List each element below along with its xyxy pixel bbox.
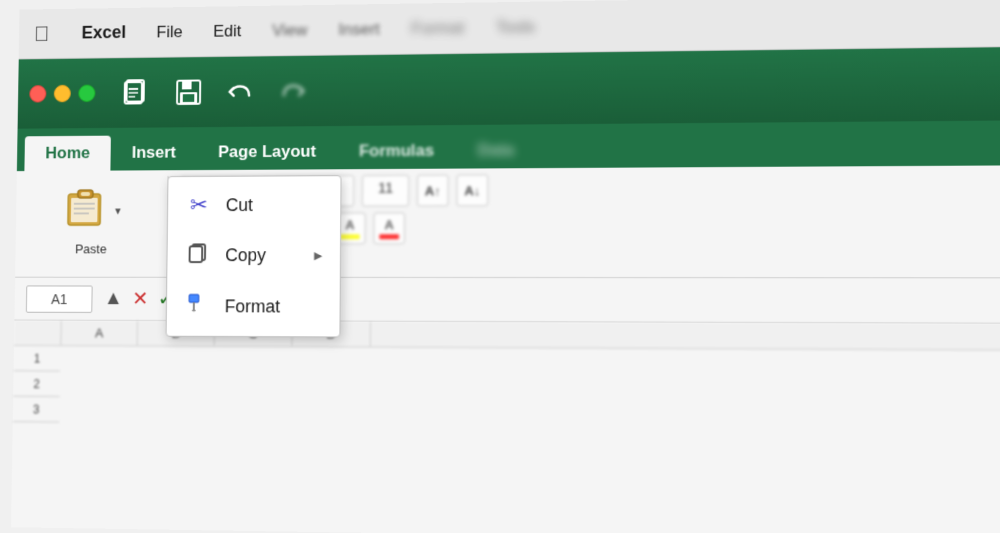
menu-view[interactable]: View [266, 16, 313, 44]
copy-label: Copy [225, 245, 266, 266]
font-size-input[interactable]: 11 [362, 175, 409, 207]
paste-button[interactable]: ▼ [52, 176, 131, 239]
apple-logo-icon:  [34, 21, 50, 46]
redo-icon[interactable] [275, 73, 310, 109]
save-icon[interactable] [171, 75, 206, 110]
cell-reference-box[interactable]: A1 [26, 285, 93, 312]
undo-icon[interactable] [223, 74, 258, 109]
ribbon-content: ▼ Paste ✂ Cut [15, 165, 1000, 278]
format-painter-icon [184, 293, 211, 321]
tab-data[interactable]: Data [456, 132, 536, 168]
font-color-button[interactable]: A [373, 212, 405, 244]
clipboard-dropdown: ✂ Cut Copy ▶ [166, 175, 342, 337]
traffic-lights [29, 85, 95, 103]
tab-page-layout[interactable]: Page Layout [197, 134, 338, 170]
cut-menu-item[interactable]: ✂ Cut [168, 180, 341, 230]
format-painter-menu-item[interactable]: Format [167, 281, 340, 333]
menu-excel[interactable]: Excel [76, 18, 132, 47]
confirm-formula-icon[interactable]: ✓ [158, 287, 174, 312]
increase-font-icon[interactable]: A↑ [417, 175, 449, 207]
cut-label: Cut [226, 195, 253, 216]
menu-edit[interactable]: Edit [207, 17, 247, 45]
menu-insert[interactable]: Insert [333, 15, 386, 43]
paste-label: Paste [75, 242, 107, 257]
menu-tools[interactable]: Tools [490, 13, 541, 41]
format-label: Format [225, 296, 281, 317]
decrease-font-icon[interactable]: A↓ [456, 174, 488, 206]
new-workbook-icon[interactable] [120, 75, 155, 110]
copy-icon [185, 241, 212, 268]
close-button[interactable] [29, 85, 46, 103]
menu-file[interactable]: File [151, 18, 189, 46]
copy-menu-item[interactable]: Copy ▶ [167, 229, 340, 280]
menu-format[interactable]: Format [405, 14, 470, 42]
tab-home[interactable]: Home [24, 136, 111, 171]
tab-formulas[interactable]: Formulas [337, 133, 456, 169]
copy-arrow-icon: ▶ [314, 249, 322, 262]
clipboard-section: ▼ Paste ✂ Cut [15, 176, 168, 271]
sort-ascending-icon[interactable]: ▲ [104, 288, 123, 311]
cancel-formula-icon[interactable]: ✕ [132, 287, 148, 312]
cut-icon: ✂ [185, 192, 212, 218]
formula-bar: A1 ▲ ✕ ✓ fx [14, 278, 1000, 324]
